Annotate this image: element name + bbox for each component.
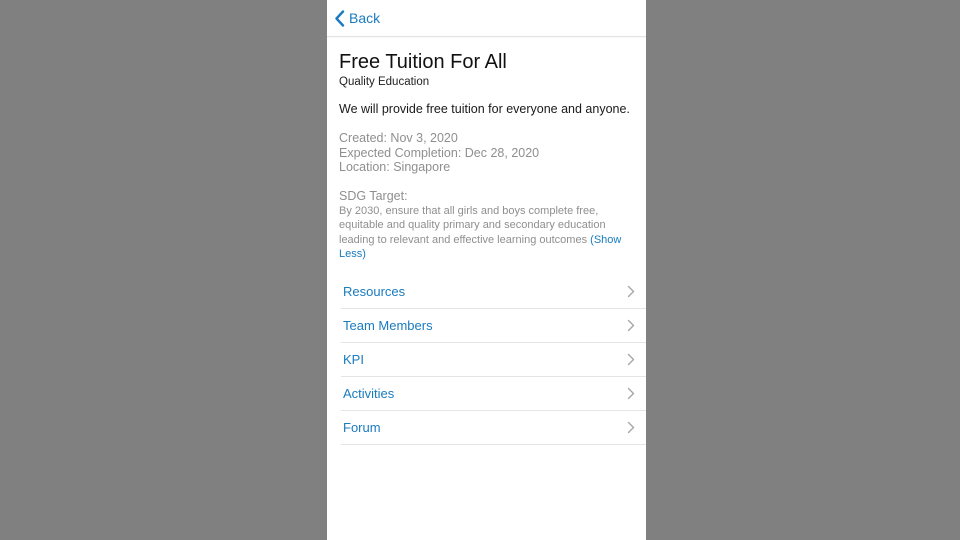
menu-item-label: Activities bbox=[343, 385, 395, 401]
page-title: Free Tuition For All bbox=[339, 51, 507, 73]
menu-item-activities[interactable]: Activities bbox=[341, 377, 646, 411]
project-menu: Resources Team Members KPI Activities Fo… bbox=[341, 275, 646, 445]
sdg-target-text: By 2030, ensure that all girls and boys … bbox=[339, 204, 634, 262]
back-button[interactable]: Back bbox=[334, 9, 381, 27]
menu-item-label: KPI bbox=[343, 351, 364, 367]
back-label: Back bbox=[349, 10, 381, 26]
sdg-target-label: SDG Target: bbox=[339, 188, 408, 203]
expected-completion-date: Expected Completion: Dec 28, 2020 bbox=[339, 145, 540, 160]
chevron-right-icon bbox=[627, 319, 635, 331]
menu-item-label: Resources bbox=[343, 283, 406, 299]
menu-item-team-members[interactable]: Team Members bbox=[341, 309, 646, 343]
created-date: Created: Nov 3, 2020 bbox=[339, 131, 458, 145]
menu-item-kpi[interactable]: KPI bbox=[341, 343, 646, 377]
project-description: We will provide free tuition for everyon… bbox=[339, 102, 630, 116]
project-category: Quality Education bbox=[339, 76, 430, 88]
menu-item-forum[interactable]: Forum bbox=[341, 411, 646, 445]
project-details: Free Tuition For All Quality Education W… bbox=[327, 50, 646, 262]
chevron-left-icon bbox=[335, 9, 345, 27]
sdg-target-description: By 2030, ensure that all girls and boys … bbox=[339, 204, 606, 246]
project-location: Location: Singapore bbox=[339, 160, 451, 175]
menu-item-label: Team Members bbox=[343, 317, 433, 333]
menu-item-label: Forum bbox=[343, 419, 381, 435]
navigation-bar: Back bbox=[327, 0, 646, 37]
phone-screen: Back Free Tuition For All Quality Educat… bbox=[327, 0, 646, 540]
chevron-right-icon bbox=[627, 387, 635, 399]
chevron-right-icon bbox=[627, 353, 635, 365]
chevron-right-icon bbox=[627, 421, 635, 433]
menu-item-resources[interactable]: Resources bbox=[341, 275, 646, 309]
project-meta: Created: Nov 3, 2020 Expected Completion… bbox=[339, 131, 634, 175]
chevron-right-icon bbox=[627, 285, 635, 297]
